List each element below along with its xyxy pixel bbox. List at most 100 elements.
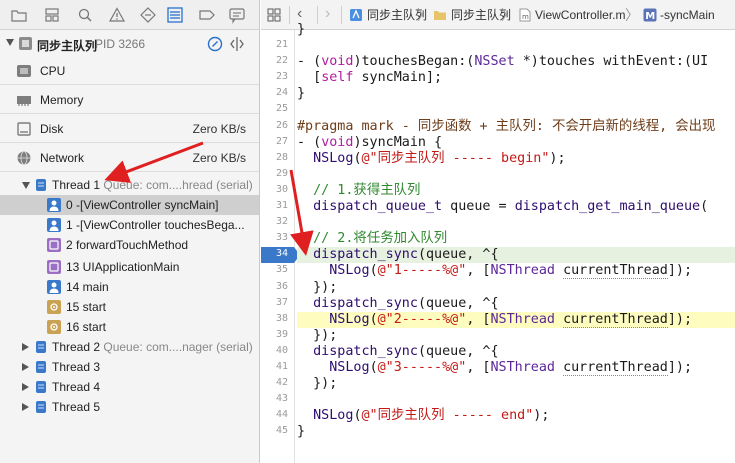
code-line[interactable]: }); [297,376,735,392]
process-name: 同步主队列 [37,39,98,53]
code-line[interactable] [297,167,735,183]
search-icon[interactable] [76,6,94,24]
forward-arrow-icon[interactable]: › [325,5,330,23]
symbol-navigator-icon[interactable] [43,6,61,24]
line-number[interactable]: 27 [261,136,288,147]
folder-icon[interactable] [10,6,28,24]
disclosure-closed-icon[interactable] [22,403,29,411]
disclosure-closed-icon[interactable] [22,363,29,371]
thread-row-1[interactable]: Thread 1 Queue: com....hread (serial) [0,175,259,195]
gauge-disk[interactable]: Disk Zero KB/s [0,115,259,143]
line-number[interactable]: 23 [261,71,288,82]
stack-frame-2[interactable]: 2 forwardTouchMethod [0,235,259,255]
code-line[interactable]: }); [297,328,735,344]
line-number[interactable]: 40 [261,345,288,356]
line-number[interactable]: 45 [261,425,288,436]
gauge-memory[interactable]: Memory [0,86,259,114]
line-number[interactable]: 32 [261,216,288,227]
process-pid: PID 3266 [95,37,146,51]
line-number[interactable]: 33 [261,232,288,243]
disclosure-closed-icon[interactable] [22,343,29,351]
debug-navigator: 同步主队列 PID 3266 CPU Memory Disk Zero KB/s [0,0,260,463]
thread-name: Thread 2 [52,340,101,354]
line-number[interactable]: 35 [261,264,288,275]
stack-frame-0[interactable]: 0 -[ViewController syncMain] [0,195,259,215]
code-line[interactable]: #pragma mark - 同步函数 + 主队列: 不会开启新的线程, 会出现 [297,119,735,135]
code-line[interactable] [297,38,735,54]
thread-row-4[interactable]: Thread 4 [0,377,259,397]
code-line[interactable]: dispatch_sync(queue, ^{ [297,247,735,264]
thread-row-5[interactable]: Thread 5 [0,397,259,417]
back-arrow-icon[interactable]: ‹ [297,5,302,23]
line-number[interactable]: 36 [261,281,288,292]
thread-icon [34,360,48,374]
gauge-cpu[interactable]: CPU [0,57,259,85]
line-number[interactable]: 29 [261,168,288,179]
source-editor[interactable]: ‹ › 同步主队列 〉 同步主队列 〉 m ViewController.m 〉… [261,0,735,463]
code-line[interactable]: NSLog(@"同步主队列 ----- begin"); [297,151,735,167]
test-diamond-icon[interactable] [139,6,157,24]
stack-frame-1[interactable]: 1 -[ViewController touchesBega... [0,215,259,235]
line-number[interactable]: 38 [261,313,288,324]
code-line[interactable]: NSLog(@"1-----%@", [NSThread currentThre… [297,263,735,280]
code-line[interactable] [297,102,735,118]
line-number[interactable]: 41 [261,361,288,372]
line-number[interactable]: 25 [261,103,288,114]
line-number[interactable]: 42 [261,377,288,388]
disclosure-open-icon[interactable] [22,182,30,189]
code-line[interactable]: NSLog(@"3-----%@", [NSThread currentThre… [297,360,735,376]
code-line[interactable]: - (void)syncMain { [297,135,735,151]
line-number[interactable]: 39 [261,329,288,340]
code-line[interactable] [297,392,735,408]
code-line[interactable]: } [297,86,735,102]
line-number[interactable]: 28 [261,152,288,163]
line-number[interactable]: 34 [261,248,288,259]
view-mode-icon[interactable] [228,36,246,52]
code-line[interactable]: } [297,424,735,440]
disclosure-open-icon[interactable] [6,39,14,46]
code-line[interactable]: NSLog(@"2-----%@", [NSThread currentThre… [297,311,735,328]
system-frame-icon [47,320,61,334]
thread-row-2[interactable]: Thread 2 Queue: com....nager (serial) [0,337,259,357]
related-items-grid-icon[interactable] [267,8,281,22]
code-line[interactable]: [self syncMain]; [297,70,735,86]
code-line[interactable]: dispatch_sync(queue, ^{ [297,296,735,312]
thread-name: Thread 3 [52,360,101,374]
line-number[interactable]: 26 [261,120,288,131]
code-line[interactable]: NSLog(@"同步主队列 ----- end"); [297,408,735,424]
line-number[interactable]: 43 [261,393,288,404]
report-icon[interactable] [228,6,246,24]
disclosure-closed-icon[interactable] [22,383,29,391]
line-number[interactable]: 24 [261,87,288,98]
code-line[interactable]: // 1.获得主队列 [297,183,735,199]
line-number[interactable]: 21 [261,39,288,50]
cpu-icon [16,63,32,79]
code-line[interactable]: // 2.将任务加入队列 [297,231,735,247]
stack-frame-15[interactable]: 15 start [0,297,259,317]
code-line[interactable] [297,215,735,231]
frame-label: 14 main [66,280,109,294]
breakpoint-icon[interactable] [198,6,216,24]
gauge-compass-icon[interactable] [207,36,223,52]
stack-frame-14[interactable]: 14 main [0,277,259,297]
code-line[interactable]: dispatch_sync(queue, ^{ [297,344,735,360]
thread-icon [34,380,48,394]
code-area[interactable]: } - (void)touchesBegan:(NSSet *)touches w… [297,22,735,463]
warning-icon[interactable] [108,6,126,24]
user-frame-icon [47,218,61,232]
process-row[interactable]: 同步主队列 PID 3266 [0,33,259,55]
stack-frame-16[interactable]: 16 start [0,317,259,337]
debug-navigator-icon[interactable] [166,6,184,24]
code-line[interactable]: } [297,22,735,38]
thread-row-3[interactable]: Thread 3 [0,357,259,377]
line-number[interactable]: 22 [261,55,288,66]
line-number[interactable]: 30 [261,184,288,195]
code-line[interactable]: dispatch_queue_t queue = dispatch_get_ma… [297,199,735,215]
line-number[interactable]: 44 [261,409,288,420]
line-number[interactable]: 37 [261,297,288,308]
gauge-network[interactable]: Network Zero KB/s [0,144,259,172]
code-line[interactable]: }); [297,280,735,296]
code-line[interactable]: - (void)touchesBegan:(NSSet *)touches wi… [297,54,735,70]
stack-frame-13[interactable]: 13 UIApplicationMain [0,257,259,277]
line-number[interactable]: 31 [261,200,288,211]
